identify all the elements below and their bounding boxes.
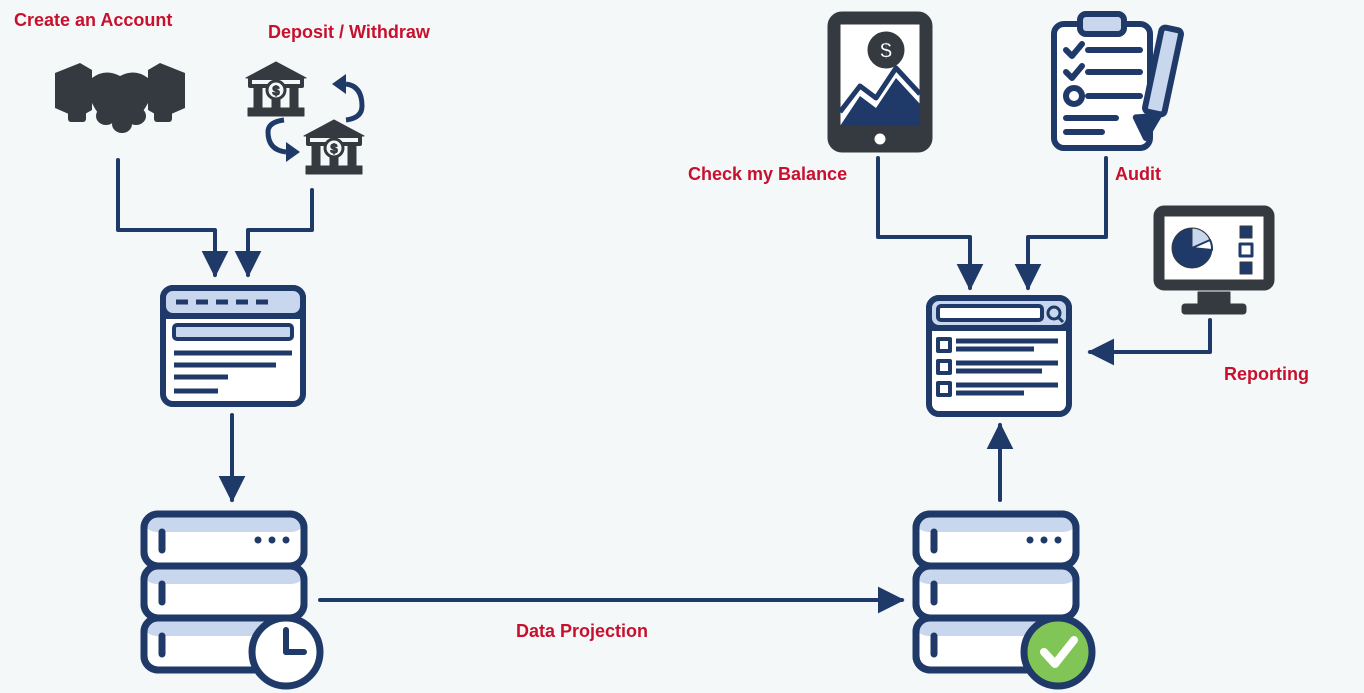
svg-text:$: $ [272, 83, 280, 98]
handshake-icon [50, 48, 190, 158]
write-ui-icon [158, 283, 308, 409]
bank-transfer-icon: $ $ [238, 56, 388, 196]
read-store-icon [910, 506, 1100, 692]
read-ui-icon [924, 293, 1074, 419]
tablet-chart-icon: $ [822, 8, 938, 156]
monitor-dashboard-icon [1148, 200, 1280, 320]
svg-text:$: $ [330, 141, 338, 156]
clipboard-pencil-icon [1046, 10, 1186, 156]
svg-text:$: $ [880, 38, 892, 63]
write-store-icon [138, 506, 328, 692]
